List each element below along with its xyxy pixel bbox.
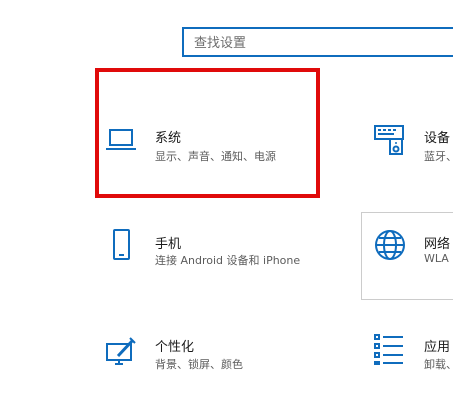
tile-phone-desc: 连接 Android 设备和 iPhone [155,254,301,267]
globe-icon [375,230,405,260]
tile-personalization-desc: 背景、锁屏、颜色 [155,358,243,371]
tile-devices[interactable]: 设备 蓝牙、 [362,96,453,176]
search-box[interactable] [182,27,453,57]
phone-icon [113,229,130,260]
tile-devices-desc: 蓝牙、 [424,150,453,163]
apps-list-icon [374,334,403,365]
tile-system-desc: 显示、声音、通知、电源 [155,150,276,163]
tile-personalization[interactable]: 个性化 背景、锁屏、颜色 [96,318,320,398]
tile-apps-desc: 卸载、 [424,358,453,371]
tile-network[interactable]: 网络 WLA [361,212,453,300]
tile-system[interactable]: 系统 显示、声音、通知、电源 [96,96,320,176]
tile-system-title: 系统 [155,131,182,146]
tile-apps-title: 应用 [424,340,451,355]
tile-personalization-title: 个性化 [155,340,195,355]
tile-network-title: 网络 [424,237,451,252]
paint-monitor-icon [106,337,136,365]
tile-phone-title: 手机 [155,237,182,252]
tile-network-desc: WLA [424,252,449,265]
keyboard-speaker-icon [374,125,404,155]
tile-apps[interactable]: 应用 卸载、 [362,318,453,398]
tile-phone[interactable]: 手机 连接 Android 设备和 iPhone [96,212,320,300]
laptop-icon [106,129,136,150]
tile-devices-title: 设备 [424,131,451,146]
search-input[interactable] [194,34,444,52]
